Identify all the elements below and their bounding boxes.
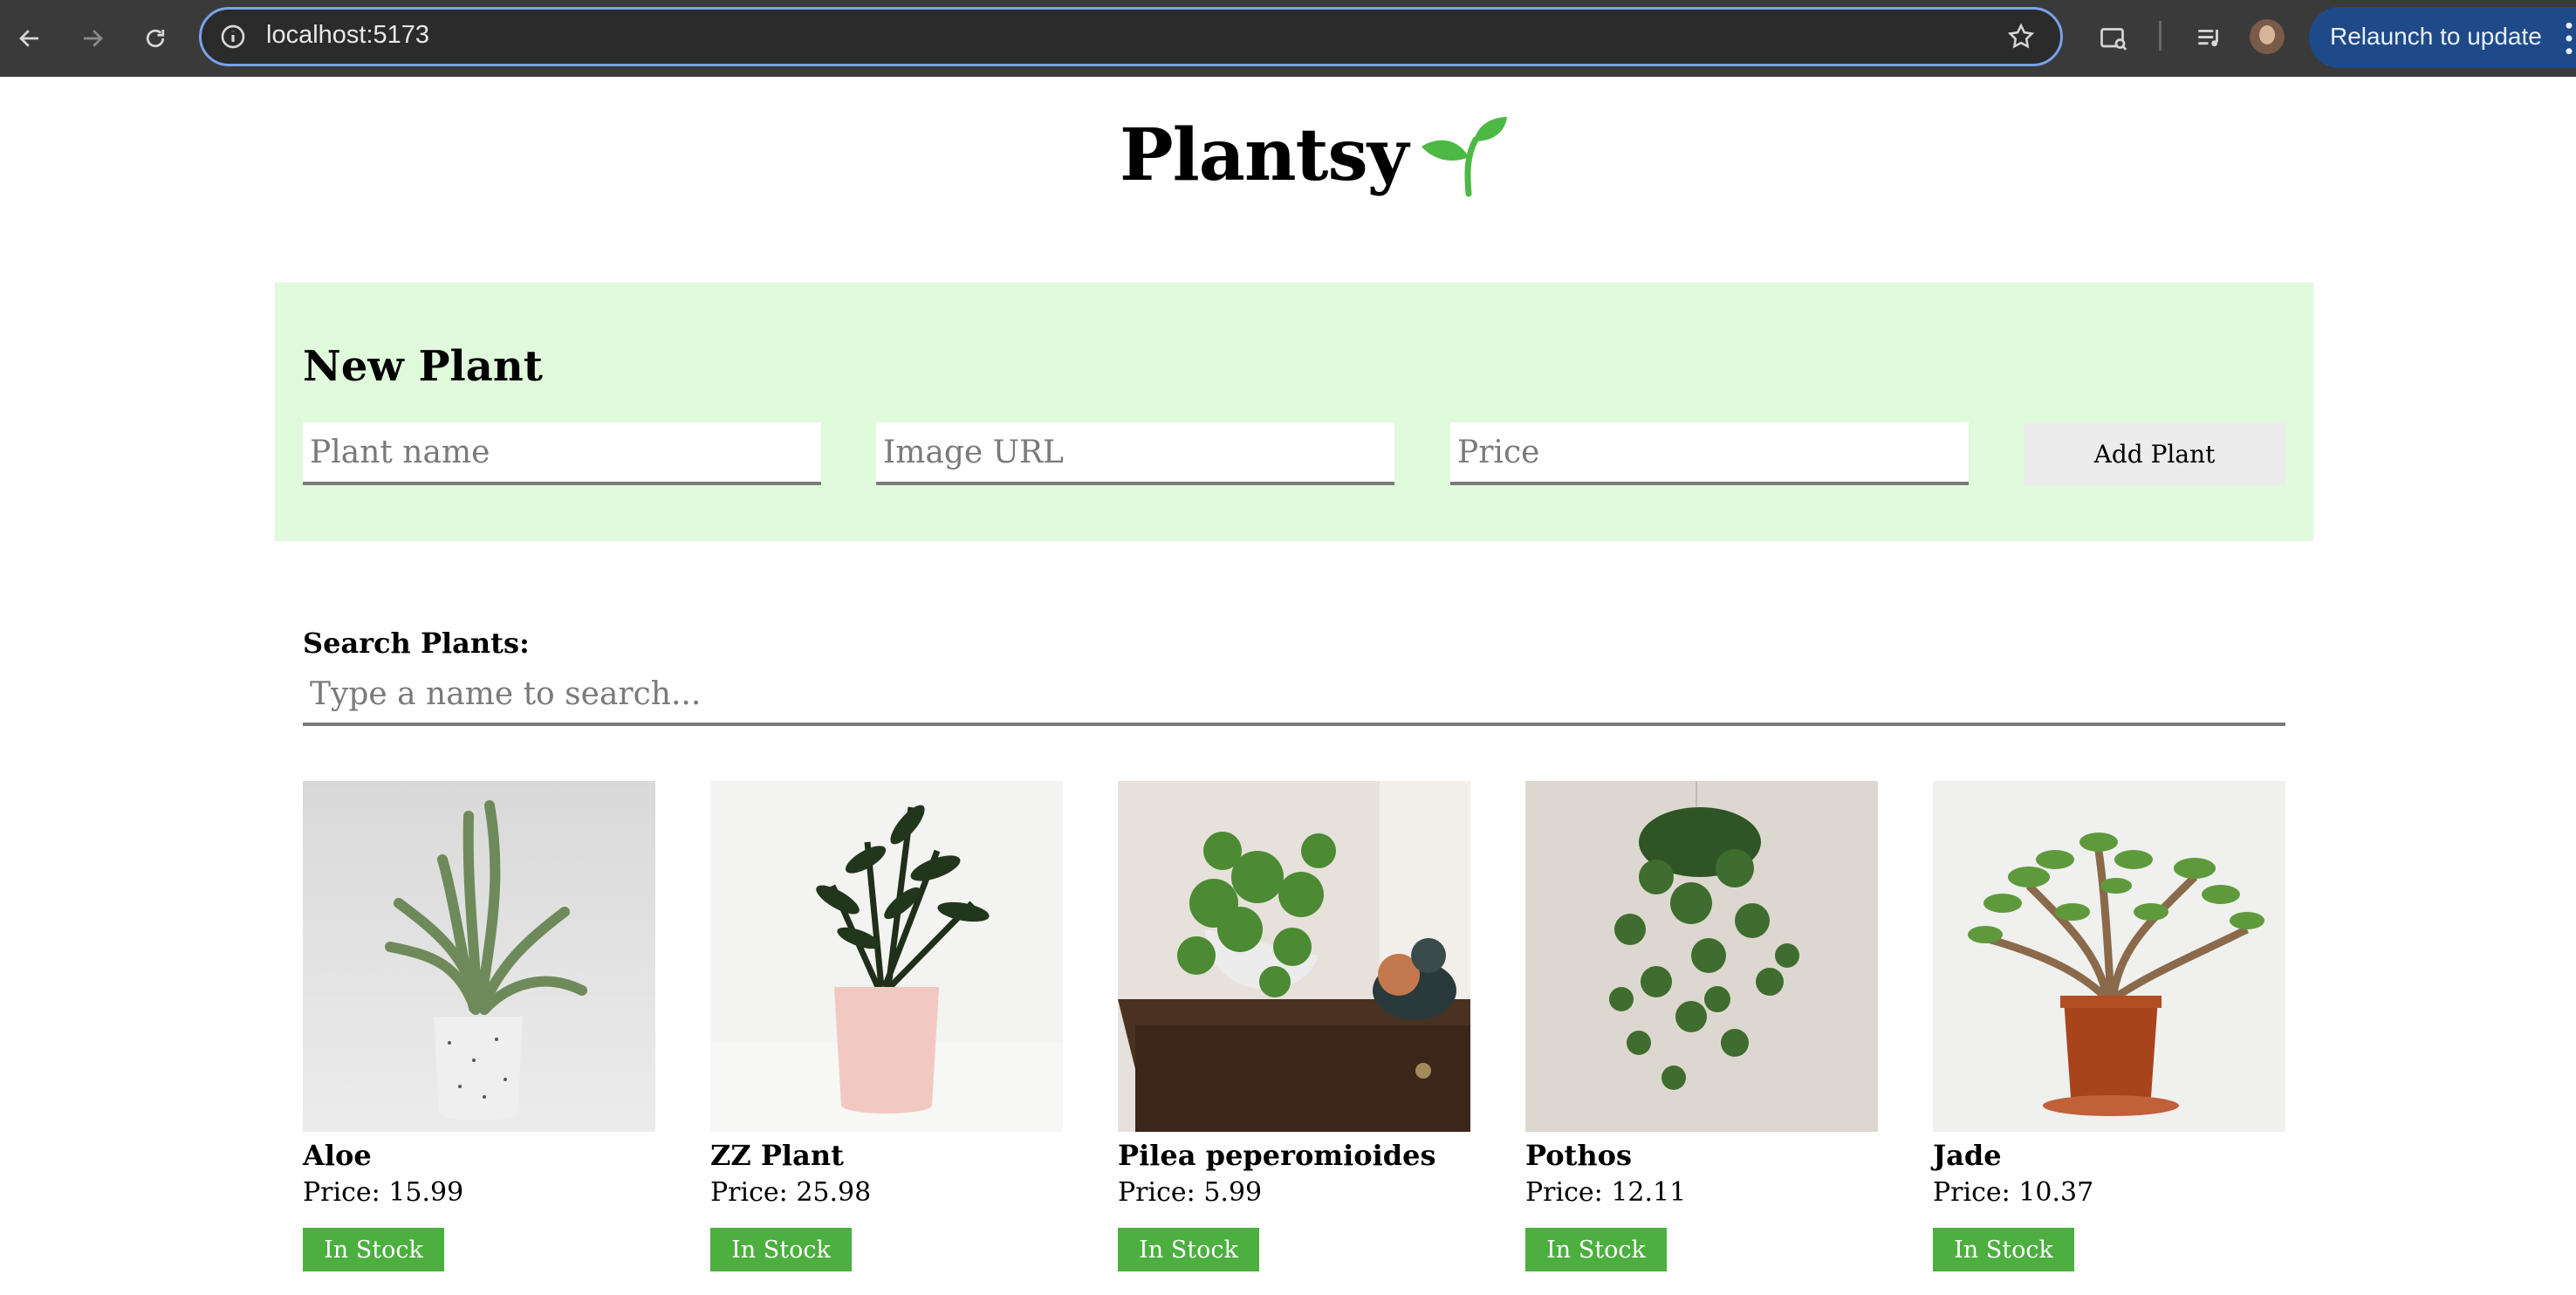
plant-price: Price: 10.37 (1933, 1177, 2094, 1208)
plant-card: Aloe Price: 15.99 In Stock (303, 781, 655, 1271)
more-options-icon[interactable] (2566, 21, 2573, 56)
reload-icon[interactable] (129, 12, 182, 65)
forward-icon[interactable] (66, 12, 119, 65)
plant-card: Jade Price: 10.37 In Stock (1933, 781, 2285, 1271)
plant-name: Jade (1933, 1139, 2002, 1172)
search-label: Search Plants: (303, 627, 530, 660)
relaunch-label: Relaunch to update (2330, 23, 2542, 50)
search-input[interactable] (303, 665, 2285, 726)
in-stock-button[interactable]: In Stock (1525, 1228, 1667, 1271)
price-input[interactable] (1450, 422, 1969, 485)
add-plant-button[interactable]: Add Plant (2024, 422, 2285, 485)
plant-image (1118, 781, 1470, 1132)
relaunch-button[interactable]: Relaunch to update (2309, 7, 2576, 68)
plant-price: Price: 15.99 (303, 1177, 464, 1208)
plant-name: Aloe (303, 1139, 372, 1172)
plant-price: Price: 25.98 (710, 1177, 872, 1208)
site-info-icon[interactable] (219, 23, 247, 54)
plant-card: Pilea peperomioides Price: 5.99 In Stock (1118, 781, 1470, 1271)
plant-price: Price: 5.99 (1118, 1177, 1263, 1208)
plant-name: Pothos (1525, 1139, 1632, 1172)
browser-toolbar: localhost:5173 Relaunch to update (0, 0, 2576, 77)
in-stock-button[interactable]: In Stock (1118, 1228, 1259, 1271)
plant-card: ZZ Plant Price: 25.98 In Stock (710, 781, 1063, 1271)
profile-avatar[interactable] (2250, 19, 2285, 54)
form-heading: New Plant (303, 342, 543, 391)
app-logo: Plantsy (1120, 112, 1509, 199)
plant-name: ZZ Plant (710, 1139, 844, 1172)
media-controls-icon[interactable] (2183, 12, 2236, 65)
sprout-icon (1422, 117, 1508, 197)
plant-image (1525, 781, 1878, 1132)
plant-image (1933, 781, 2285, 1132)
plant-card: Pothos Price: 12.11 In Stock (1525, 781, 1878, 1271)
bookmark-star-icon[interactable] (2006, 22, 2036, 55)
plant-price: Price: 12.11 (1525, 1177, 1687, 1208)
url-text: localhost:5173 (266, 21, 430, 49)
back-icon[interactable] (3, 12, 56, 65)
toolbar-divider (2159, 21, 2162, 51)
new-plant-form: New Plant Add Plant (275, 283, 2313, 541)
search-tabs-icon[interactable] (2087, 12, 2140, 65)
plant-name: Pilea peperomioides (1118, 1139, 1436, 1172)
plant-image (710, 781, 1063, 1132)
in-stock-button[interactable]: In Stock (1933, 1228, 2074, 1271)
plant-image (303, 781, 655, 1132)
plant-name-input[interactable] (303, 422, 821, 485)
in-stock-button[interactable]: In Stock (710, 1228, 852, 1271)
in-stock-button[interactable]: In Stock (303, 1228, 444, 1271)
address-bar[interactable]: localhost:5173 (199, 7, 2063, 66)
image-url-input[interactable] (876, 422, 1394, 485)
app-title: Plantsy (1120, 113, 1408, 197)
